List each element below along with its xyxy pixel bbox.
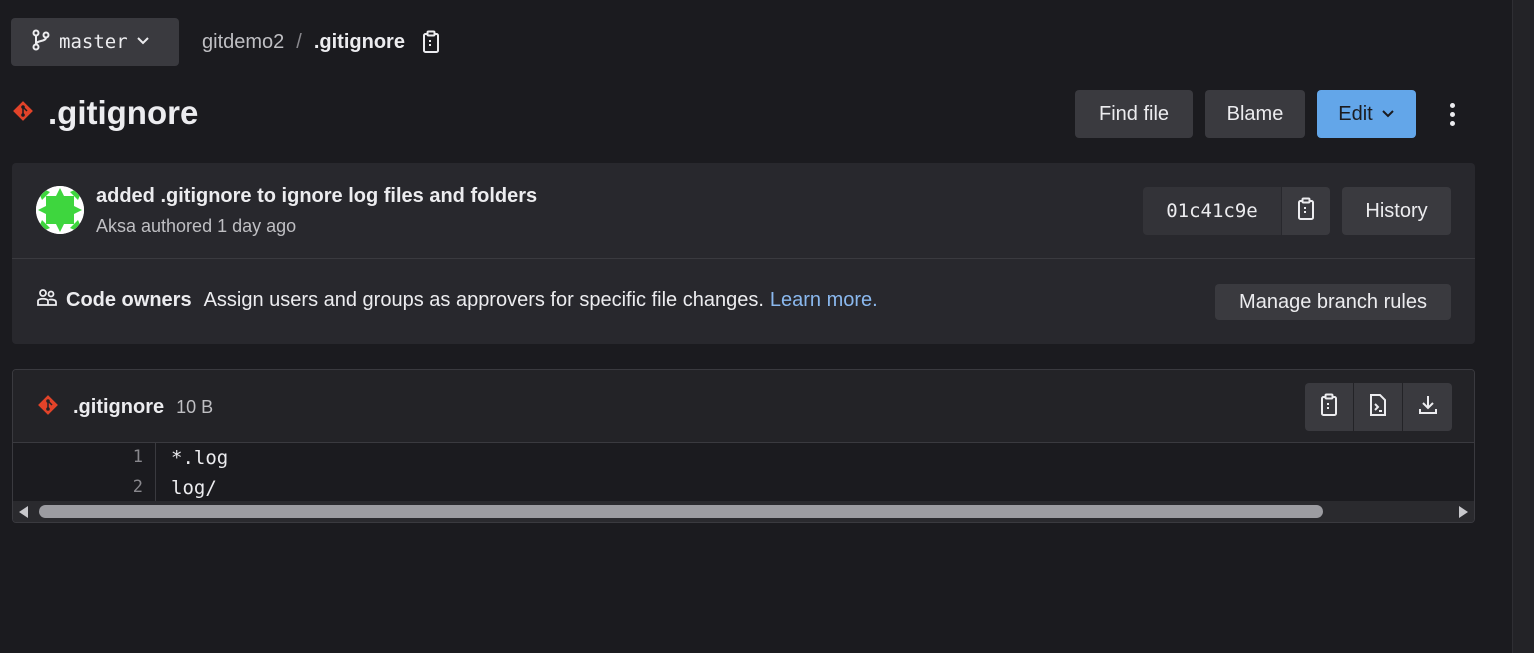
file-name: .gitignore <box>73 396 165 418</box>
commit-title-link[interactable]: added .gitignore to ignore log files and… <box>96 185 537 208</box>
edit-button[interactable]: Edit <box>1317 90 1416 138</box>
line-number[interactable]: 2 <box>133 477 143 497</box>
git-file-icon <box>37 394 59 421</box>
breadcrumb-project-link[interactable]: gitdemo2 <box>202 31 284 54</box>
open-raw-button[interactable] <box>1354 383 1403 431</box>
download-button[interactable] <box>1403 383 1452 431</box>
file-viewer-name: .gitignore 10 B <box>37 394 213 421</box>
branch-name: master <box>59 31 128 53</box>
code-owners-label: Code owners <box>66 288 192 311</box>
scroll-right-arrow[interactable] <box>1459 506 1468 518</box>
git-file-icon <box>12 100 34 127</box>
commit-row: added .gitignore to ignore log files and… <box>12 163 1475 259</box>
scroll-left-arrow[interactable] <box>19 506 28 518</box>
copy-path-icon[interactable] <box>421 30 441 54</box>
code-area: 1 2 *.log log/ <box>13 443 1474 501</box>
code-line: *.log <box>171 447 229 469</box>
learn-more-link[interactable]: Learn more. <box>770 289 878 312</box>
users-icon <box>36 286 58 314</box>
code-owners-description: Assign users and groups as approvers for… <box>203 288 764 311</box>
horizontal-scrollbar[interactable] <box>13 501 1474 522</box>
copy-icon <box>1296 197 1316 226</box>
page-title: .gitignore <box>48 94 199 131</box>
avatar[interactable] <box>36 186 84 234</box>
copy-icon <box>1319 393 1339 422</box>
code-owners-text: Code owners Assign users and groups as a… <box>36 286 878 314</box>
blame-button[interactable]: Blame <box>1205 90 1305 138</box>
commit-sha[interactable]: 01c41c9e <box>1143 187 1281 235</box>
chevron-down-icon <box>136 33 150 52</box>
manage-branch-rules-button[interactable]: Manage branch rules <box>1215 284 1451 320</box>
copy-sha-button[interactable] <box>1281 187 1330 235</box>
breadcrumb-current-file: .gitignore <box>313 30 405 53</box>
chevron-down-icon <box>1381 103 1395 126</box>
file-title-block: .gitignore <box>12 94 198 132</box>
file-size: 10 B <box>176 397 214 417</box>
last-commit-panel: added .gitignore to ignore log files and… <box>12 163 1475 344</box>
download-icon <box>1417 394 1439 421</box>
code-line: log/ <box>171 477 217 499</box>
file-viewer-header: .gitignore 10 B <box>13 370 1474 443</box>
commit-sha-group: 01c41c9e <box>1143 187 1330 235</box>
file-viewer: .gitignore 10 B 1 2 *.log log/ <box>12 369 1475 523</box>
find-file-button[interactable]: Find file <box>1075 90 1193 138</box>
branch-selector-button[interactable]: master <box>11 18 179 66</box>
breadcrumb-separator: / <box>296 30 302 53</box>
scrollbar-thumb[interactable] <box>39 505 1323 518</box>
file-code-icon <box>1368 393 1388 422</box>
copy-contents-button[interactable] <box>1305 383 1354 431</box>
line-number[interactable]: 1 <box>133 447 143 467</box>
code-owners-row: Code owners Assign users and groups as a… <box>12 260 1475 344</box>
more-vertical-icon[interactable] <box>1440 98 1464 130</box>
history-button[interactable]: History <box>1342 187 1451 235</box>
edit-button-label: Edit <box>1338 102 1373 125</box>
commit-meta: Aksa authored 1 day ago <box>96 216 297 236</box>
breadcrumb: gitdemo2 / .gitignore <box>202 28 441 56</box>
line-number-gutter: 1 2 <box>13 443 156 501</box>
right-edge-panel <box>1512 0 1534 653</box>
file-tools <box>1305 383 1452 431</box>
branch-icon <box>31 29 51 56</box>
